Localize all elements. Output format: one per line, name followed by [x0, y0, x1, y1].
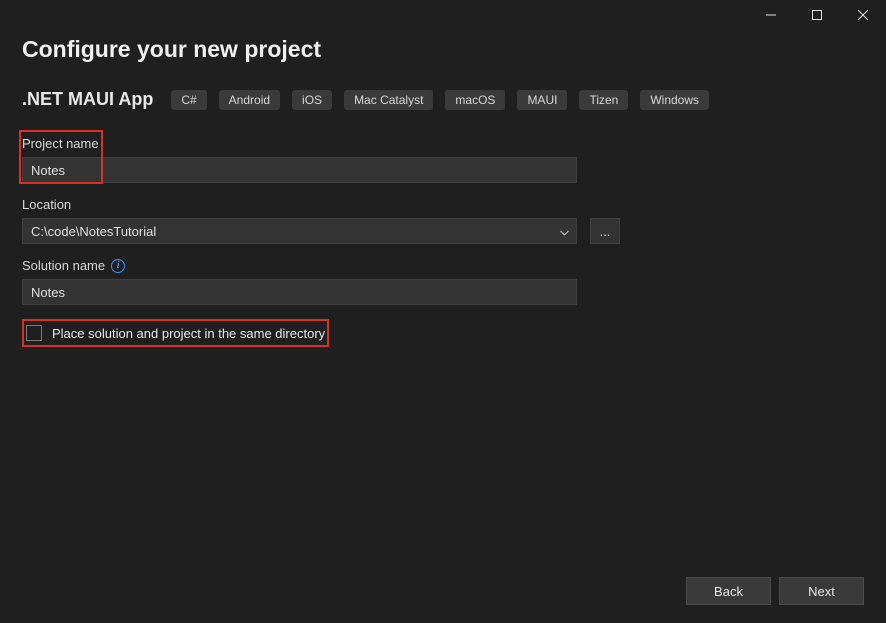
tag: Tizen — [579, 90, 628, 110]
maximize-button[interactable] — [794, 0, 840, 30]
location-input[interactable] — [22, 218, 577, 244]
tag: Windows — [640, 90, 709, 110]
info-icon[interactable]: i — [111, 259, 125, 273]
next-button[interactable]: Next — [779, 577, 864, 605]
tag: C# — [171, 90, 206, 110]
tag: MAUI — [517, 90, 567, 110]
checkbox-box[interactable] — [26, 325, 42, 341]
project-name-input[interactable] — [22, 157, 577, 183]
tag: Android — [219, 90, 280, 110]
tag: iOS — [292, 90, 332, 110]
project-name-label: Project name — [22, 136, 577, 151]
location-label: Location — [22, 197, 620, 212]
same-directory-label: Place solution and project in the same d… — [52, 326, 325, 341]
solution-name-label: Solution name — [22, 258, 105, 273]
back-button[interactable]: Back — [686, 577, 771, 605]
footer: Back Next — [686, 577, 864, 605]
close-button[interactable] — [840, 0, 886, 30]
window-titlebar — [0, 0, 886, 30]
tag: macOS — [445, 90, 505, 110]
minimize-button[interactable] — [748, 0, 794, 30]
browse-button[interactable]: ... — [590, 218, 620, 244]
page-title: Configure your new project — [22, 36, 864, 63]
tag: Mac Catalyst — [344, 90, 433, 110]
same-directory-checkbox-row[interactable]: Place solution and project in the same d… — [22, 319, 329, 347]
template-name: .NET MAUI App — [22, 89, 153, 110]
template-header-row: .NET MAUI App C# Android iOS Mac Catalys… — [22, 89, 864, 110]
solution-name-input[interactable] — [22, 279, 577, 305]
